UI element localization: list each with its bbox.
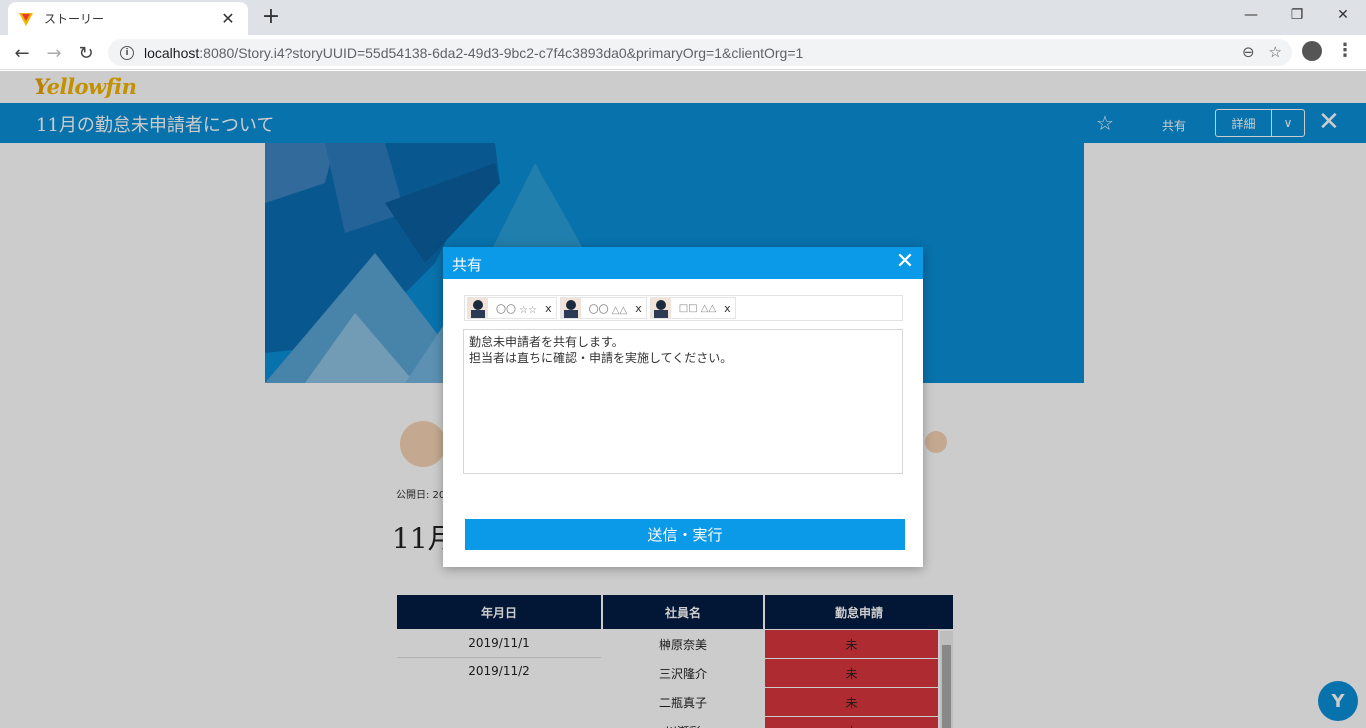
- message-textarea[interactable]: 勤怠未申請者を共有します。 担当者は直ちに確認・申請を実施してください。: [463, 329, 903, 474]
- recipient-avatar: [650, 298, 671, 318]
- profile-icon[interactable]: [1302, 41, 1322, 61]
- recipient-name: □□ △△: [678, 302, 717, 314]
- recipient-chip: 〇〇 ☆☆ x: [467, 297, 557, 319]
- remove-recipient-icon[interactable]: x: [635, 302, 646, 315]
- new-tab-button[interactable]: +: [258, 4, 284, 29]
- send-button[interactable]: 送信・実行: [465, 519, 905, 550]
- dialog-title: 共有: [452, 256, 483, 274]
- tab-close-icon[interactable]: ✕: [218, 9, 238, 28]
- browser-toolbar: ← → ↻ i localhost:8080/Story.i4?storyUUI…: [0, 35, 1366, 70]
- address-bar[interactable]: i localhost:8080/Story.i4?storyUUID=55d5…: [108, 39, 1292, 66]
- recipient-chip: □□ △△ x: [649, 297, 736, 319]
- recipient-avatar: [468, 298, 488, 318]
- recipient-chip: 〇〇 △△ x: [559, 297, 647, 319]
- remove-recipient-icon[interactable]: x: [545, 302, 556, 315]
- recipient-avatar: [560, 298, 581, 318]
- forward-button[interactable]: →: [42, 41, 66, 65]
- yellowfin-favicon-icon: [19, 12, 33, 26]
- window-controls: — ❐ ✕: [1228, 0, 1366, 30]
- share-dialog: 共有 ✕ 〇〇 ☆☆ x 〇〇 △△ x □□ △△ x 勤怠未申請者を共有しま…: [443, 247, 923, 567]
- bookmark-star-icon[interactable]: ☆: [1269, 43, 1282, 61]
- reload-button[interactable]: ↻: [74, 41, 98, 65]
- remove-recipient-icon[interactable]: x: [724, 302, 735, 315]
- site-info-icon[interactable]: i: [120, 45, 134, 60]
- window-close-button[interactable]: ✕: [1320, 0, 1366, 30]
- browser-tab[interactable]: ストーリー ✕: [8, 2, 248, 35]
- restore-button[interactable]: ❐: [1274, 0, 1320, 30]
- browser-menu-icon[interactable]: ⋮: [1336, 40, 1354, 61]
- recipient-name: 〇〇 ☆☆: [496, 304, 538, 316]
- recipient-name: 〇〇 △△: [588, 304, 628, 316]
- recipient-field[interactable]: 〇〇 ☆☆ x 〇〇 △△ x □□ △△ x: [464, 295, 903, 321]
- dialog-header: 共有 ✕: [443, 247, 923, 279]
- minimize-button[interactable]: —: [1228, 0, 1274, 30]
- browser-tab-bar: ストーリー ✕ + — ❐ ✕: [0, 0, 1366, 35]
- tab-title: ストーリー: [44, 12, 105, 26]
- dialog-close-icon[interactable]: ✕: [893, 249, 917, 274]
- zoom-icon[interactable]: ⊖: [1242, 43, 1255, 61]
- url-text: localhost:8080/Story.i4?storyUUID=55d541…: [144, 44, 804, 61]
- back-button[interactable]: ←: [10, 41, 34, 65]
